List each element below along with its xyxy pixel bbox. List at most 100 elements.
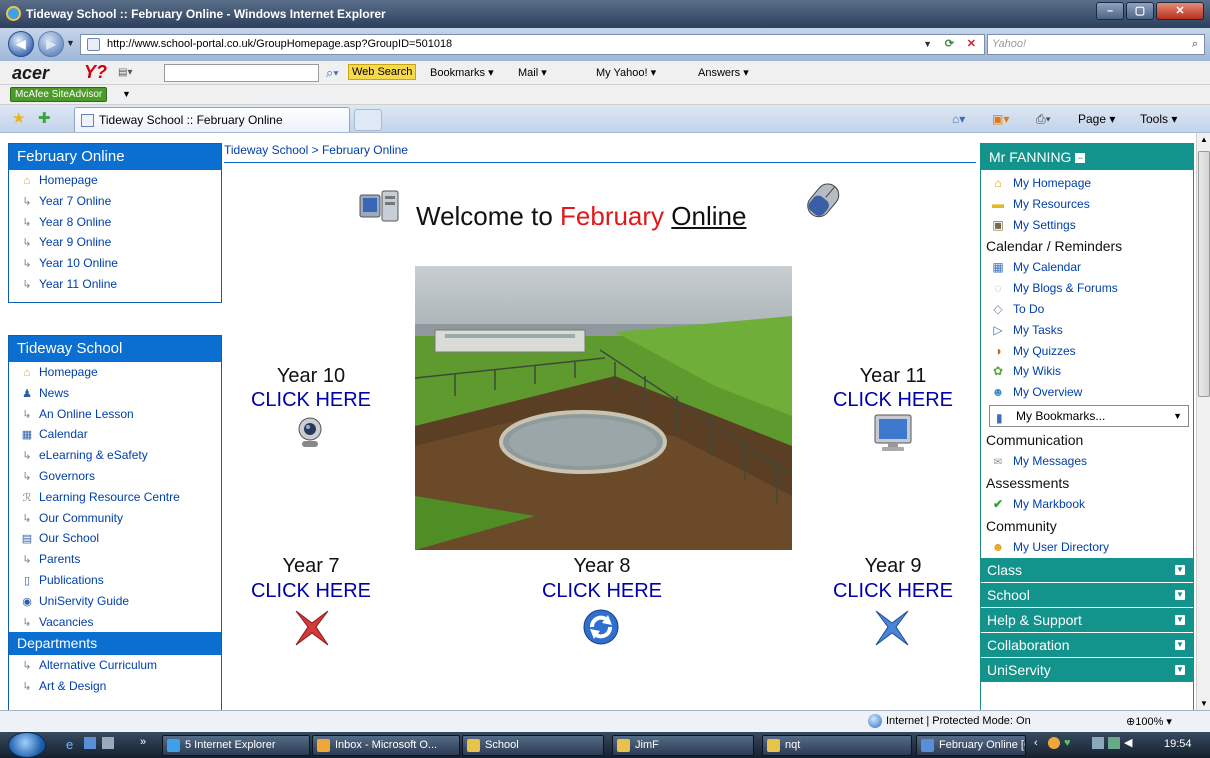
nav-item-elearning-esafety[interactable]: ↳ eLearning & eSafety [9, 445, 221, 466]
year-11-click-here-link[interactable]: CLICK HERE [808, 389, 978, 412]
clock[interactable]: 19:54 [1164, 738, 1192, 750]
mcafee-siteadvisor-button[interactable]: McAfee SiteAdvisor [10, 87, 108, 102]
nav-item-year-8-online[interactable]: ↳ Year 8 Online [9, 212, 221, 233]
web-search-button[interactable]: Web Search [348, 64, 417, 80]
nav-item-year-10-online[interactable]: ↳ Year 10 Online [9, 253, 221, 274]
quicklaunch-more-icon[interactable]: » [140, 736, 146, 748]
user-link-my-homepage[interactable]: ⌂ My Homepage [981, 173, 1193, 194]
quicklaunch-switch-icon[interactable] [102, 737, 114, 749]
year-10-click-here-link[interactable]: CLICK HERE [226, 389, 396, 412]
mail-menu[interactable]: Mail ▾ [518, 66, 547, 79]
breadcrumb[interactable]: Tideway School > February Online [224, 143, 408, 157]
address-dropdown-icon[interactable]: ▼ [923, 35, 932, 54]
section-class[interactable]: Class ▼ [981, 558, 1193, 583]
taskbar-outlook[interactable]: Inbox - Microsoft O... [312, 735, 460, 756]
blue-x-icon[interactable] [872, 607, 912, 650]
refresh-arrows-icon[interactable] [580, 607, 622, 650]
expand-icon[interactable]: ▼ [1175, 565, 1185, 576]
scrollbar-thumb[interactable] [1198, 151, 1210, 397]
nav-item-art-design[interactable]: ↳ Art & Design [9, 676, 221, 697]
nav-item-year-9-online[interactable]: ↳ Year 9 Online [9, 232, 221, 253]
search-input[interactable]: Yahoo! ⌕ [987, 34, 1205, 55]
security-zone[interactable]: Internet | Protected Mode: On [886, 715, 1031, 727]
home-icon[interactable]: ⌂▾ [952, 112, 965, 126]
user-panel-header[interactable]: Mr FANNING − [981, 144, 1193, 170]
nav-item-calendar[interactable]: ▦ Calendar [9, 424, 221, 445]
taskbar-school-folder[interactable]: School [462, 735, 604, 756]
taskbar-nqt-folder[interactable]: nqt [762, 735, 912, 756]
nav-item-year-7-online[interactable]: ↳ Year 7 Online [9, 191, 221, 212]
acer-logo[interactable]: acer [12, 63, 49, 84]
scroll-up-icon[interactable]: ▲ [1200, 135, 1208, 144]
nav-item-year-11-online[interactable]: ↳ Year 11 Online [9, 274, 221, 295]
address-field[interactable]: http://www.school-portal.co.uk/GroupHome… [80, 34, 985, 55]
nav-item-homepage[interactable]: ⌂ Homepage [9, 170, 221, 191]
maximize-button[interactable]: ▢ [1126, 2, 1154, 20]
user-link-my-wikis[interactable]: ✿ My Wikis [981, 361, 1193, 382]
close-button[interactable]: ✕ [1156, 2, 1204, 20]
tray-app-icon[interactable] [1048, 737, 1060, 749]
my-yahoo-menu[interactable]: My Yahoo! ▾ [596, 66, 656, 79]
page-scrollbar[interactable]: ▲ ▼ [1196, 133, 1210, 710]
collapse-icon[interactable]: − [1075, 153, 1086, 164]
refresh-icon[interactable]: ⟳ [945, 35, 954, 54]
tray-expand-icon[interactable]: ‹ [1034, 737, 1038, 749]
bookmarks-menu[interactable]: Bookmarks ▾ [430, 66, 494, 79]
feeds-icon[interactable]: ▣▾ [992, 112, 1009, 126]
bookmarks-select[interactable]: ▮ My Bookmarks... ▼ [989, 404, 1189, 427]
recent-pages-icon[interactable]: ▼ [66, 38, 75, 48]
monitor-icon[interactable] [872, 413, 914, 456]
user-link-my-tasks[interactable]: ▷ My Tasks [981, 320, 1193, 341]
nav-item-governors[interactable]: ↳ Governors [9, 466, 221, 487]
yahoo-search-input[interactable] [164, 64, 319, 82]
tools-menu[interactable]: Tools ▾ [1140, 112, 1177, 126]
tray-display-icon[interactable] [1092, 737, 1104, 749]
year-8-click-here-link[interactable]: CLICK HERE [517, 580, 687, 603]
section-uniservity[interactable]: UniServity ▼ [981, 658, 1193, 683]
tab-active[interactable]: Tideway School :: February Online [74, 107, 350, 132]
section-help-support[interactable]: Help & Support ▼ [981, 608, 1193, 633]
tray-network-icon[interactable]: ♥ [1064, 737, 1071, 749]
webcam-icon[interactable] [292, 415, 328, 454]
user-link-my-quizzes[interactable]: ◑ My Quizzes [981, 341, 1193, 362]
red-x-icon[interactable] [292, 607, 332, 650]
forward-button[interactable]: ▶ [38, 31, 64, 57]
my-messages-link[interactable]: ✉ My Messages [981, 451, 1193, 472]
print-icon[interactable]: ⎙▾ [1036, 112, 1051, 127]
stop-icon[interactable]: ✕ [967, 35, 976, 54]
year-7-click-here-link[interactable]: CLICK HERE [226, 580, 396, 603]
taskbar-jimf-folder[interactable]: JimF [612, 735, 754, 756]
toolbar-options-icon[interactable]: ▤▾ [118, 67, 132, 78]
year-9-click-here-link[interactable]: CLICK HERE [808, 580, 978, 603]
section-collaboration[interactable]: Collaboration ▼ [981, 633, 1193, 658]
volume-icon[interactable]: ◀ [1124, 736, 1132, 749]
add-favorites-icon[interactable]: ✚ [38, 109, 51, 127]
expand-icon[interactable]: ▼ [1175, 640, 1185, 651]
favorites-star-icon[interactable]: ★ [12, 109, 25, 127]
quicklaunch-desktop-icon[interactable] [84, 737, 96, 749]
search-icon[interactable]: ⌕ [1192, 35, 1198, 54]
nav-item-learning-resource-centre[interactable]: ℛ Learning Resource Centre [9, 487, 221, 508]
nav-item-an-online-lesson[interactable]: ↳ An Online Lesson [9, 404, 221, 425]
mcafee-dropdown-icon[interactable]: ▼ [122, 89, 131, 99]
my-user-directory-link[interactable]: ☻ My User Directory [981, 537, 1193, 558]
scroll-down-icon[interactable]: ▼ [1200, 699, 1208, 708]
nav-item-vacancies[interactable]: ↳ Vacancies [9, 612, 221, 633]
zoom-level[interactable]: ⊕100% ▾ [1126, 715, 1172, 728]
expand-icon[interactable]: ▼ [1175, 615, 1185, 626]
quicklaunch-ie-icon[interactable]: e [66, 737, 73, 752]
new-tab-button[interactable] [354, 109, 382, 131]
user-link-my-blogs-forums[interactable]: ◌ My Blogs & Forums [981, 278, 1193, 299]
page-menu[interactable]: Page ▾ [1078, 112, 1115, 126]
user-link-my-calendar[interactable]: ▦ My Calendar [981, 257, 1193, 278]
yahoo-logo[interactable]: Y? [84, 62, 107, 83]
nav-item-our-school[interactable]: ▤ Our School [9, 528, 221, 549]
section-school[interactable]: School ▼ [981, 583, 1193, 608]
nav-item-homepage[interactable]: ⌂ Homepage [9, 362, 221, 383]
my-markbook-link[interactable]: ✔ My Markbook [981, 494, 1193, 515]
tray-sync-icon[interactable] [1108, 737, 1120, 749]
user-link-my-overview[interactable]: ☻ My Overview [981, 382, 1193, 403]
minimize-button[interactable]: – [1096, 2, 1124, 20]
back-button[interactable]: ◀ [8, 31, 34, 57]
start-button[interactable] [8, 732, 46, 758]
